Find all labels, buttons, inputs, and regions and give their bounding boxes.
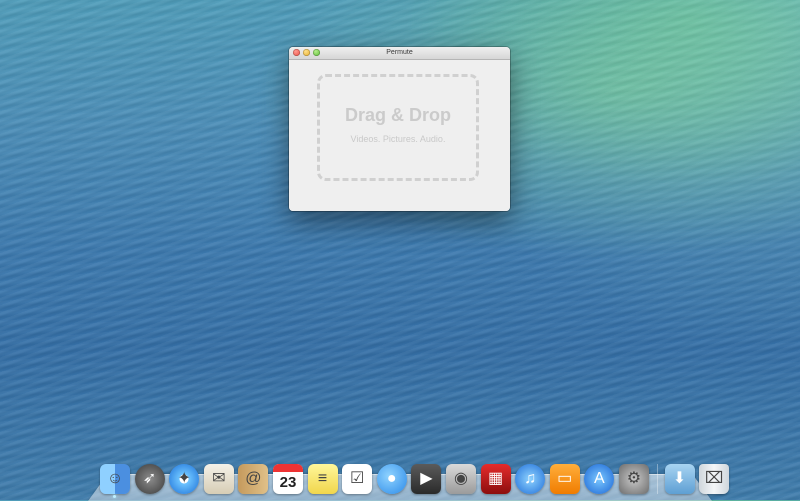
window-titlebar[interactable]: Permute xyxy=(289,47,510,60)
dock-calendar-icon[interactable]: 23 xyxy=(272,464,303,494)
photo-strip-icon: ▦ xyxy=(487,470,504,487)
dock-facetime-icon[interactable]: ▶ xyxy=(411,464,442,494)
speech-bubble-icon: ● xyxy=(386,470,397,487)
dock-separator xyxy=(656,464,658,494)
calendar-header-icon xyxy=(272,464,303,472)
dock-trash-icon[interactable]: ⌧ xyxy=(699,464,730,494)
running-indicator xyxy=(113,495,116,498)
book-icon: ▭ xyxy=(557,470,573,487)
dock-photo-booth-icon[interactable]: ◉ xyxy=(445,464,476,494)
drop-zone-title: Drag & Drop xyxy=(344,105,451,125)
calendar-day: 23 xyxy=(279,474,297,491)
address-book-icon: @ xyxy=(245,470,262,487)
drop-zone-subtitle: Videos. Pictures. Audio. xyxy=(350,134,446,144)
dock-system-preferences-icon[interactable]: ⚙ xyxy=(618,464,649,494)
dock: ☺ ➶ ✦ ✉ @ 23 ≡ ☑ ● ▶ ◉ ▦ ♫ ▭ A ⚙ ⬇ ⌧ xyxy=(100,458,734,498)
stamp-icon: ✉ xyxy=(212,470,226,487)
dock-ibooks-icon[interactable]: ▭ xyxy=(549,464,580,494)
video-camera-icon: ▶ xyxy=(420,470,433,487)
app-store-icon: A xyxy=(593,470,605,487)
dock-messages-icon[interactable]: ● xyxy=(376,464,407,494)
dock-mail-icon[interactable]: ✉ xyxy=(203,464,234,494)
trash-icon: ⌧ xyxy=(704,470,724,487)
rocket-icon: ➶ xyxy=(142,470,157,487)
dock-downloads-icon[interactable]: ⬇ xyxy=(664,464,695,494)
drop-zone[interactable]: Drag & Drop Videos. Pictures. Audio. xyxy=(317,74,479,181)
camera-icon: ◉ xyxy=(453,470,468,487)
compass-icon: ✦ xyxy=(177,470,191,487)
dock-app-store-icon[interactable]: A xyxy=(584,464,615,494)
dock-photo-strip-icon[interactable]: ▦ xyxy=(480,464,511,494)
checklist-icon: ☑ xyxy=(349,470,365,487)
downloads-folder-icon: ⬇ xyxy=(672,470,687,487)
window-title: Permute xyxy=(386,49,413,56)
window-content: Drag & Drop Videos. Pictures. Audio. xyxy=(289,60,510,211)
permute-window[interactable]: Permute Drag & Drop Videos. Pictures. Au… xyxy=(289,47,510,211)
dock-reminders-icon[interactable]: ☑ xyxy=(342,464,373,494)
dock-contacts-icon[interactable]: @ xyxy=(238,464,269,494)
finder-face-icon: ☺ xyxy=(106,470,124,487)
dock-finder-icon[interactable]: ☺ xyxy=(100,464,130,498)
dock-notes-icon[interactable]: ≡ xyxy=(307,464,338,494)
notepad-icon: ≡ xyxy=(317,470,328,487)
music-note-icon: ♫ xyxy=(524,470,537,487)
dock-launchpad-icon[interactable]: ➶ xyxy=(134,464,165,494)
gear-icon: ⚙ xyxy=(626,470,642,487)
dock-safari-icon[interactable]: ✦ xyxy=(169,464,200,494)
dock-itunes-icon[interactable]: ♫ xyxy=(515,464,546,494)
